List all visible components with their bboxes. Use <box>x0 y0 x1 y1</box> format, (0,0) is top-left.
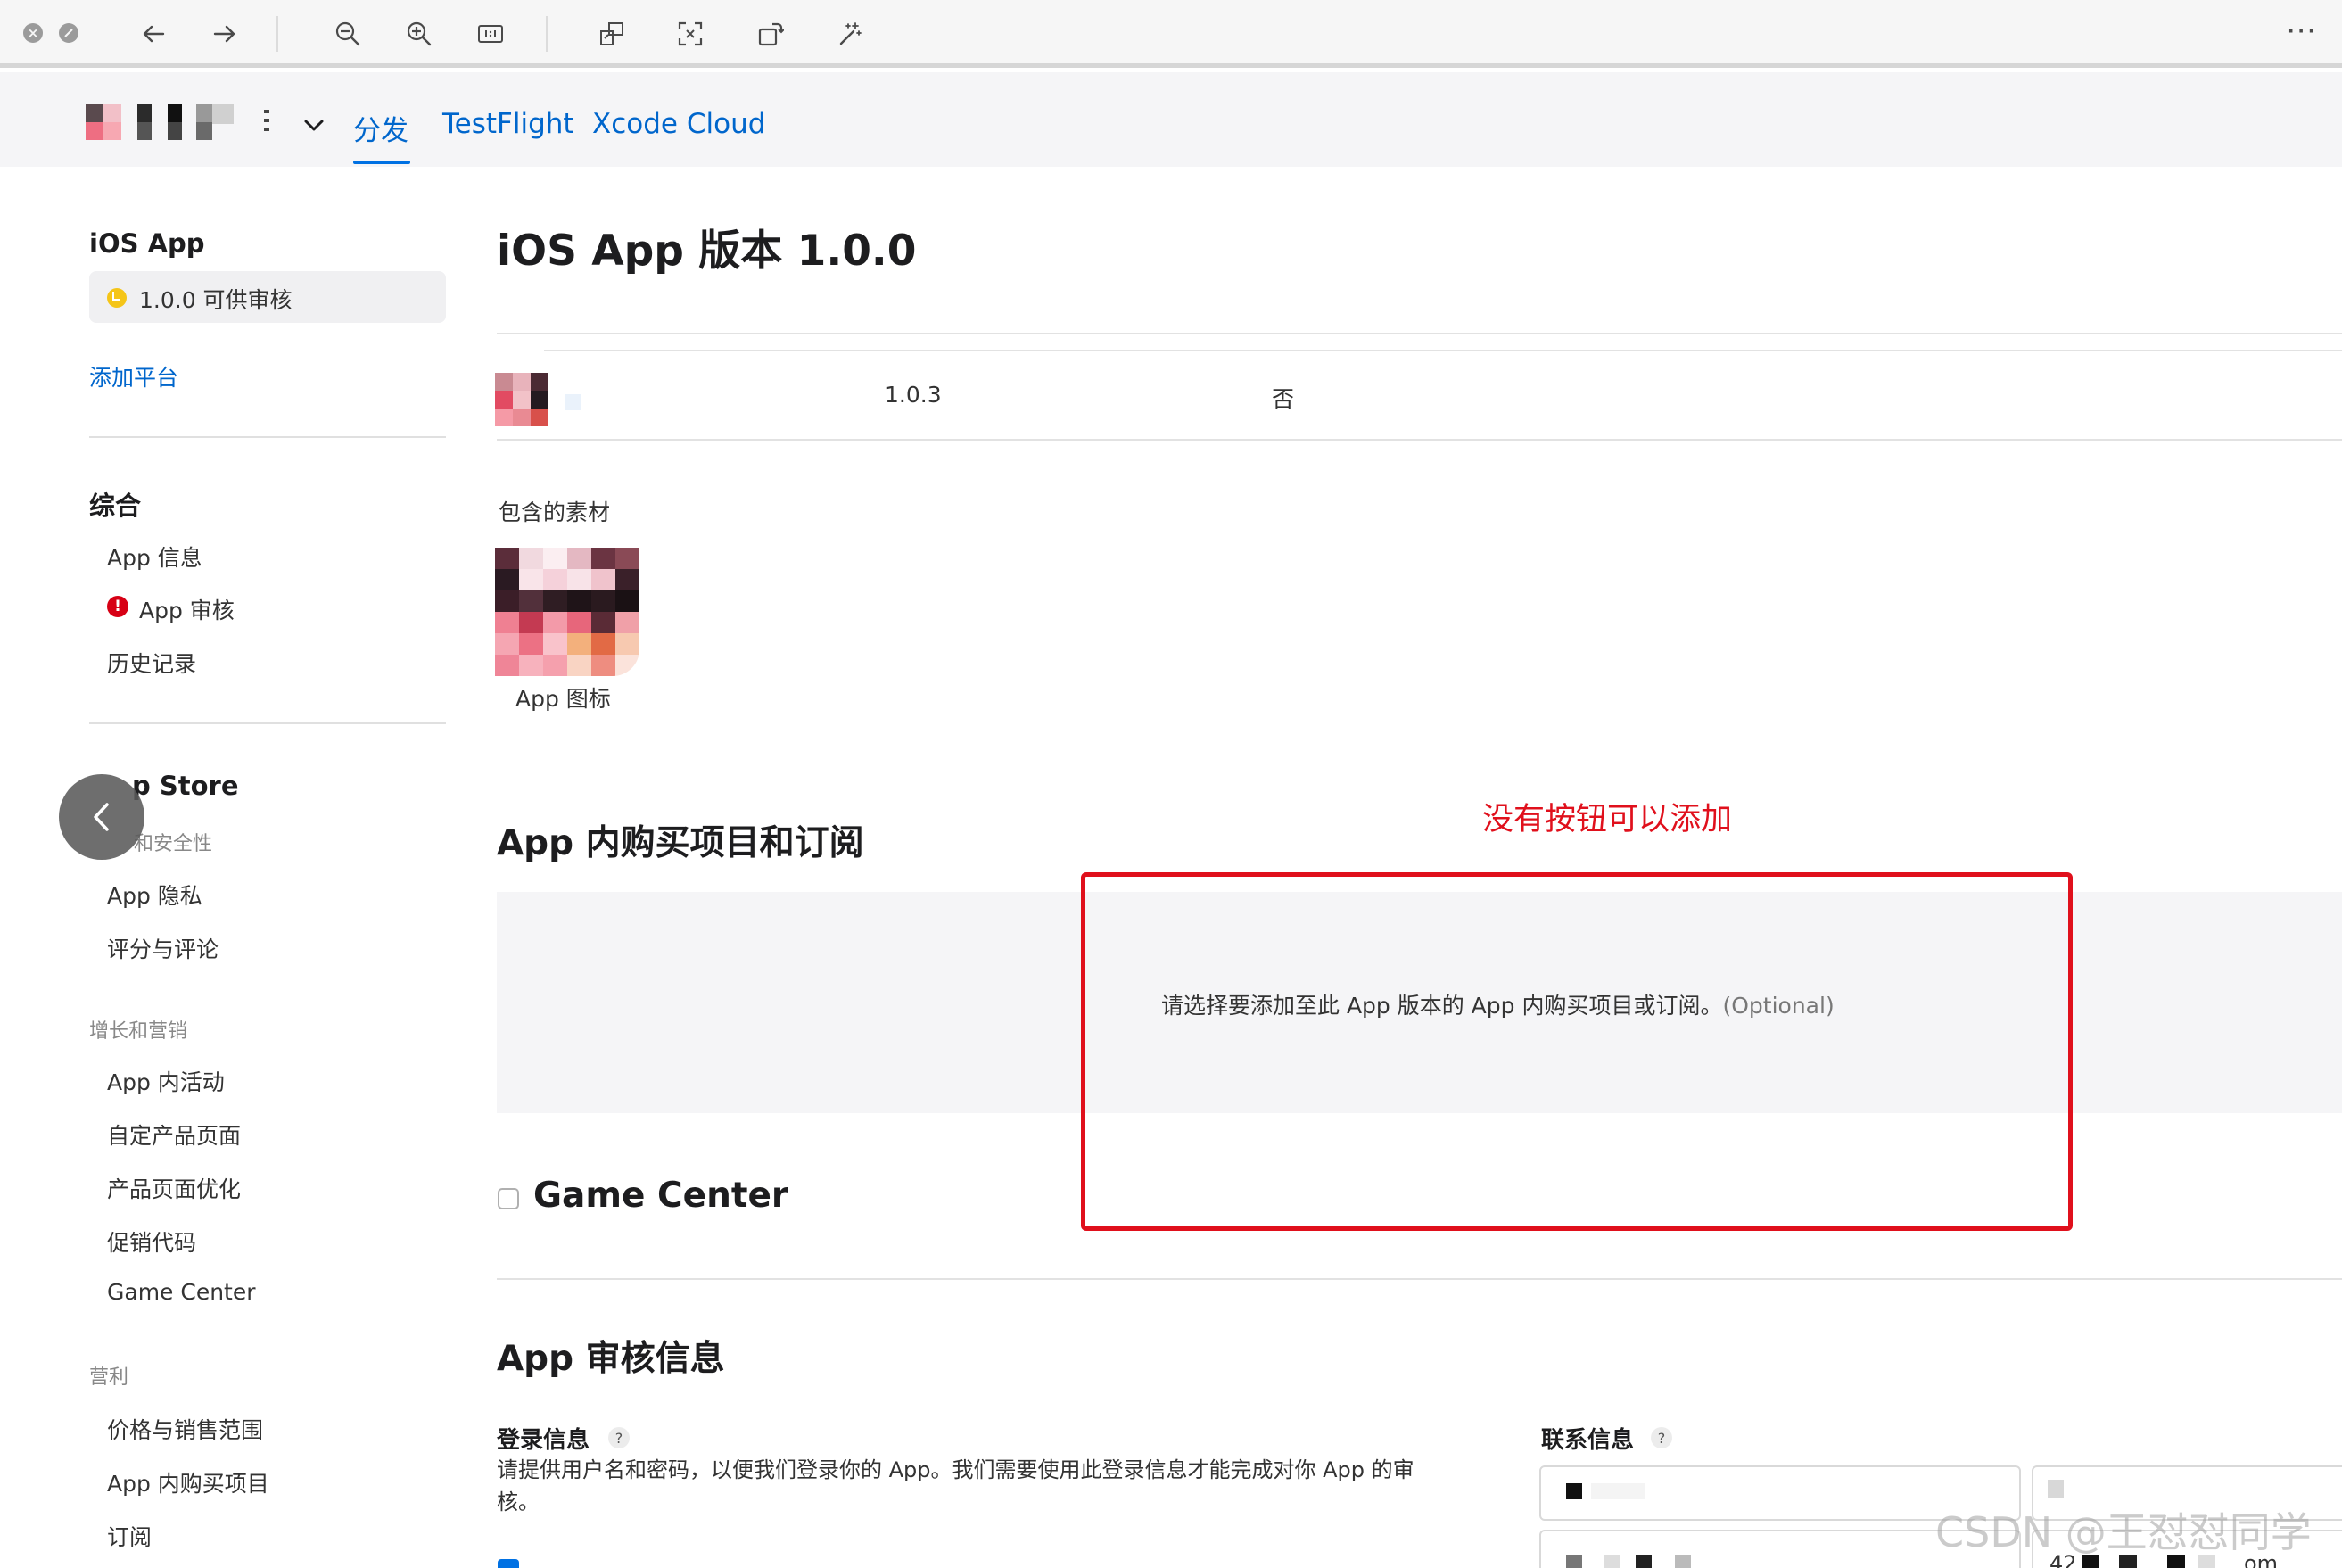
sidebar-growth-section: 增长和营销 <box>89 1020 188 1043</box>
toolbar-divider <box>546 16 548 52</box>
sidebar-item-in-app-purchases[interactable]: App 内购买项目 <box>107 1466 269 1498</box>
more-options-icon[interactable]: ⋯ <box>2281 12 2321 48</box>
sidebar-item-page-optimization[interactable]: 产品页面优化 <box>107 1172 241 1204</box>
contact-help-icon[interactable]: ? <box>1651 1427 1672 1448</box>
sidebar-item-game-center[interactable]: Game Center <box>107 1279 256 1305</box>
warning-icon: ! <box>107 596 128 617</box>
sidebar-item-app-info[interactable]: App 信息 <box>107 541 202 573</box>
sidebar-item-version[interactable]: 1.0.0 可供审核 <box>89 271 446 323</box>
sidebar-privacy-section: 和安全性 <box>134 833 213 855</box>
game-center-checkbox[interactable] <box>498 1188 519 1209</box>
viewer-toolbar: × ⋯ <box>0 0 2342 68</box>
toolbar-divider <box>276 16 278 52</box>
app-logo-pixelated[interactable] <box>86 104 286 140</box>
assets-label: 包含的素材 <box>499 499 611 525</box>
sidebar-item-custom-pages[interactable]: 自定产品页面 <box>107 1118 241 1151</box>
sidebar-item-ratings[interactable]: 评分与评论 <box>107 932 219 964</box>
sidebar-item-history[interactable]: 历史记录 <box>107 647 196 679</box>
sidebar-divider <box>89 722 446 724</box>
actual-size-icon[interactable] <box>471 16 510 52</box>
tab-distribution[interactable]: 分发 <box>353 108 408 148</box>
forward-arrow-icon[interactable] <box>205 16 244 52</box>
build-table-bottom-border <box>497 439 2342 441</box>
zoom-in-icon[interactable] <box>400 16 439 52</box>
back-overlay-button[interactable] <box>59 774 144 860</box>
build-icon-pixelated <box>495 373 581 426</box>
build-table-header-border <box>544 350 2342 351</box>
add-platform-link[interactable]: 添加平台 <box>89 360 178 392</box>
sidebar-item-app-privacy[interactable]: App 隐私 <box>107 879 202 911</box>
tab-xcode-cloud[interactable]: Xcode Cloud <box>592 108 765 140</box>
app-icon-caption: App 图标 <box>515 686 611 712</box>
build-flag: 否 <box>1272 386 1295 412</box>
version-status-label: 1.0.0 可供审核 <box>139 287 293 313</box>
build-version: 1.0.3 <box>885 382 942 408</box>
login-help-icon[interactable]: ? <box>608 1427 630 1448</box>
page-title: iOS App 版本 1.0.0 <box>497 227 917 276</box>
close-window-icon[interactable]: × <box>23 23 43 43</box>
sidebar-monetization-section: 营利 <box>89 1366 129 1389</box>
sidebar-platform-title: iOS App <box>89 228 205 259</box>
rotate-icon[interactable] <box>751 16 790 52</box>
sidebar-item-pricing[interactable]: 价格与销售范围 <box>107 1413 263 1445</box>
demo-account-checkbox[interactable] <box>498 1559 519 1568</box>
iap-section-title: App 内购买项目和订阅 <box>497 823 864 863</box>
sidebar-item-subscriptions[interactable]: 订阅 <box>107 1520 152 1552</box>
sidebar-app-store-title: p Store <box>132 771 239 801</box>
magic-wand-icon[interactable] <box>829 16 869 52</box>
section-divider <box>497 1278 2342 1280</box>
watermark: CSDN @王怼怼同学 <box>1935 1508 2312 1556</box>
fit-screen-icon[interactable] <box>671 16 710 52</box>
sidebar-item-app-review[interactable]: App 审核 <box>139 593 235 625</box>
status-ready-icon <box>107 288 127 308</box>
annotation-highlight-box <box>1081 872 2073 1231</box>
login-description: 请提供用户名和密码，以便我们登录你的 App。我们需要使用此登录信息才能完成对你… <box>497 1457 1414 1514</box>
contact-info-title: 联系信息 <box>1541 1427 1635 1454</box>
app-icon-pixelated[interactable] <box>495 548 639 676</box>
back-arrow-icon[interactable] <box>134 16 173 52</box>
active-tab-indicator <box>353 161 410 164</box>
sidebar-item-in-app-events[interactable]: App 内活动 <box>107 1065 225 1097</box>
chevron-down-icon[interactable] <box>301 113 326 138</box>
chevron-left-icon <box>94 803 109 831</box>
build-table-top-border <box>497 333 2342 334</box>
login-info-title: 登录信息 <box>497 1427 590 1454</box>
game-center-label: Game Center <box>533 1176 789 1216</box>
app-header: 分发 TestFlight Xcode Cloud <box>0 72 2342 167</box>
sidebar-divider <box>89 436 446 438</box>
pages-icon[interactable] <box>592 16 631 52</box>
review-info-title: App 审核信息 <box>497 1339 725 1379</box>
tab-testflight[interactable]: TestFlight <box>442 108 574 140</box>
sidebar-general-title: 综合 <box>89 491 142 521</box>
zoom-out-icon[interactable] <box>328 16 367 52</box>
sidebar-item-promo-codes[interactable]: 促销代码 <box>107 1226 196 1258</box>
annotation-label: 没有按钮可以添加 <box>1482 802 1733 838</box>
minimize-window-icon[interactable] <box>59 23 78 43</box>
